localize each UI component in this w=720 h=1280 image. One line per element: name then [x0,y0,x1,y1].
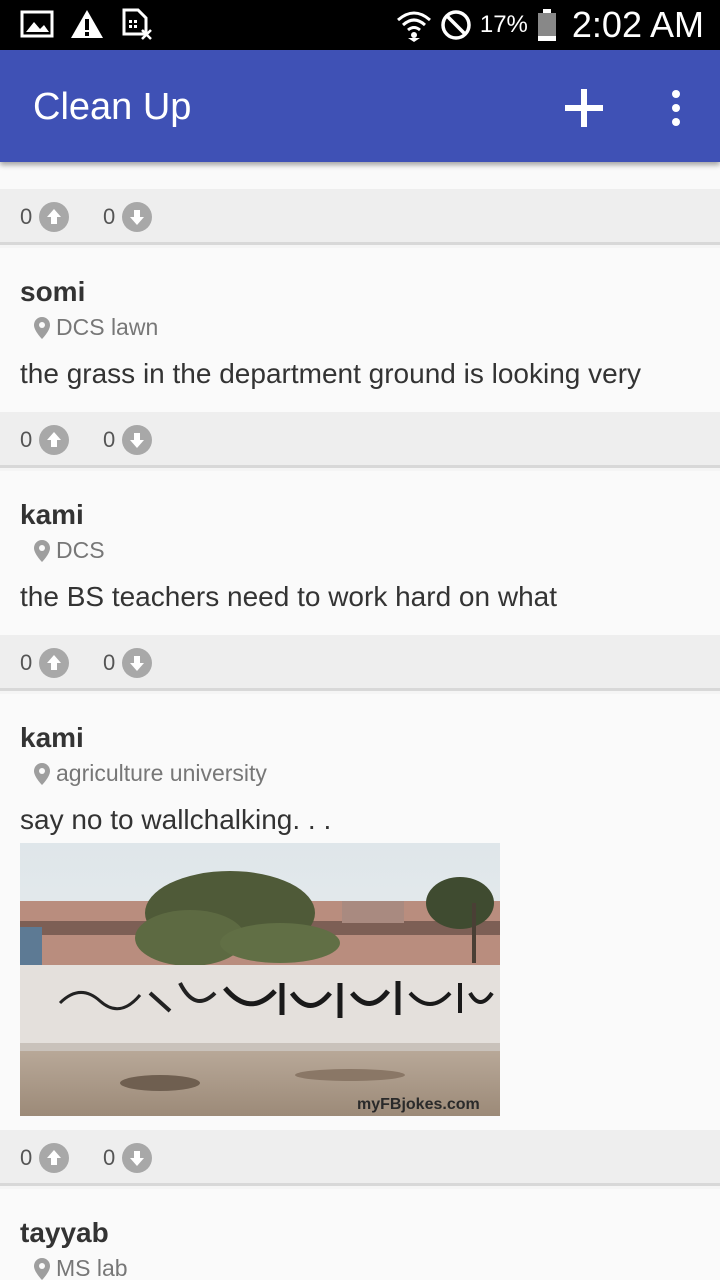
post-author: kami [20,499,84,530]
post-feed[interactable]: 0 0 somi DCS lawn the grass in the depar… [0,162,720,1280]
downvote-button[interactable]: 0 [103,202,153,232]
location-pin-icon [34,539,50,562]
battery-percent: 17% [479,11,528,38]
upvote-button[interactable]: 0 [20,1143,70,1173]
post-card[interactable]: kami DCS the BS teachers need to work ha… [0,471,720,635]
arrow-up-icon [39,425,70,455]
downvote-count: 0 [103,1145,116,1170]
post-card[interactable]: somi DCS lawn the grass in the departmen… [0,248,720,412]
post-text: say no to wallchalking. . . [20,804,332,835]
post-photo[interactable]: myFBjokes.com [20,843,500,1116]
post-author: tayyab [20,1217,109,1248]
add-post-button[interactable] [560,84,608,132]
plus-icon [565,89,603,127]
warning-icon [71,10,103,38]
overflow-menu-button[interactable] [660,84,692,132]
arrow-down-icon [122,202,153,232]
downvote-button[interactable]: 0 [103,1143,153,1173]
upvote-button[interactable]: 0 [20,648,70,678]
app-title: Clean Up [33,86,192,128]
post-author: somi [20,276,86,307]
downvote-count: 0 [103,650,116,675]
post-author: kami [20,722,84,753]
location-pin-icon [34,1257,50,1280]
vote-bar: 0 0 [0,1130,720,1186]
downvote-button[interactable]: 0 [103,648,153,678]
image-icon [20,10,54,38]
do-not-disturb-icon [441,10,471,40]
location-pin-icon [34,762,50,785]
upvote-count: 0 [20,1145,33,1170]
image-watermark: myFBjokes.com [357,1096,480,1113]
wall-photo: myFBjokes.com [20,843,500,1116]
post-text: the BS teachers need to work hard on wha… [20,581,557,612]
arrow-down-icon [122,1143,153,1173]
arrow-down-icon [122,648,153,678]
arrow-down-icon [122,425,153,455]
upvote-count: 0 [20,650,33,675]
status-bar: 17% 2:02 AM [0,0,720,50]
upvote-button[interactable]: 0 [20,425,70,455]
arrow-up-icon [39,1143,70,1173]
post-card[interactable]: kami agriculture university say no to wa… [0,694,720,1130]
location-label: DCS [56,537,105,563]
location-label: agriculture university [56,760,267,786]
post-location: DCS lawn [34,314,158,341]
vote-bar: 0 0 [0,412,720,468]
system-status: 17% 2:02 AM [396,4,704,46]
post-text: the grass in the department ground is lo… [20,358,642,389]
arrow-up-icon [39,202,70,232]
downvote-count: 0 [103,204,116,229]
vote-bar: 0 0 [0,635,720,691]
post-location: DCS [34,537,105,564]
downvote-button[interactable]: 0 [103,425,153,455]
vote-bar: 0 0 [0,189,720,245]
location-label: MS lab [56,1255,128,1280]
upvote-count: 0 [20,204,33,229]
upvote-count: 0 [20,427,33,452]
post-location: MS lab [34,1255,128,1280]
battery-icon [537,9,556,41]
downvote-count: 0 [103,427,116,452]
app-bar: Clean Up [0,50,720,162]
wifi-icon [396,11,431,42]
clock: 2:02 AM [571,4,704,45]
arrow-up-icon [39,648,70,678]
more-vert-icon [672,90,680,126]
post-location: agriculture university [34,760,267,787]
notification-icons [20,8,154,40]
upvote-button[interactable]: 0 [20,202,70,232]
post-card[interactable]: tayyab MS lab [0,1189,720,1280]
location-pin-icon [34,316,50,339]
post-card[interactable] [0,162,720,189]
location-label: DCS lawn [56,314,159,340]
no-sim-icon [122,8,152,40]
